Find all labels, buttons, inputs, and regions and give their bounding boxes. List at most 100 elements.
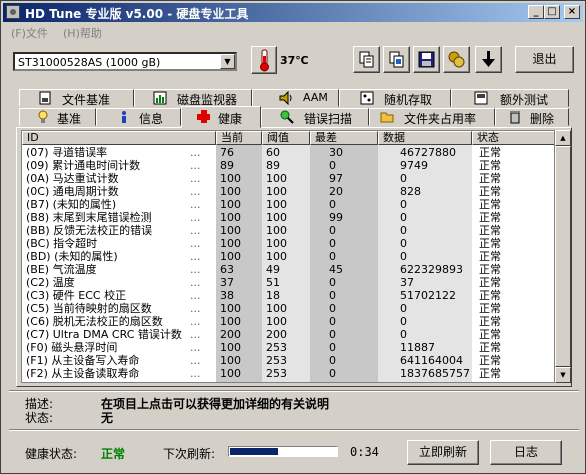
cell-data: 0 bbox=[400, 237, 407, 250]
cell-status: 正常 bbox=[479, 185, 501, 198]
log-button[interactable]: 日志 bbox=[490, 440, 562, 465]
cell-dots: ... bbox=[190, 328, 201, 341]
tab-benchmark[interactable]: 基准 bbox=[19, 108, 96, 126]
tab-disk-monitor[interactable]: 磁盘监视器 bbox=[134, 89, 252, 107]
disk-monitor-icon bbox=[153, 91, 167, 105]
next-refresh-label: 下次刷新: bbox=[163, 447, 216, 461]
table-row[interactable]: (C7) Ultra DMA CRC 错误计数 200 200 0 0 正常... bbox=[22, 328, 554, 341]
table-row[interactable]: (B8) 末尾到末尾错误检测 100 100 99 0 正常... bbox=[22, 211, 554, 224]
tab-health[interactable]: 健康 bbox=[181, 106, 261, 128]
table-row[interactable]: (BE) 气流温度 63 49 45 622329893 正常... bbox=[22, 263, 554, 276]
cell-dots: ... bbox=[190, 367, 201, 380]
folder-usage-icon bbox=[380, 112, 394, 123]
tab-random-access[interactable]: 随机存取 bbox=[339, 89, 451, 107]
cell-dots: ... bbox=[190, 172, 201, 185]
column-header-data[interactable]: 数据 bbox=[378, 131, 472, 145]
copy-text-icon bbox=[359, 51, 374, 68]
table-row[interactable]: (07) 寻道错误率 76 60 30 46727880 正常... bbox=[22, 146, 554, 159]
tab-label: 错误扫描 bbox=[304, 112, 353, 126]
maximize-button[interactable]: □ bbox=[544, 5, 560, 19]
tab-extra-tests[interactable]: 额外测试 bbox=[451, 89, 569, 107]
cell-id: (BE) 气流温度 bbox=[26, 263, 97, 276]
copy-screenshot-button[interactable] bbox=[383, 46, 410, 73]
tab-aam[interactable]: AAM bbox=[252, 89, 339, 107]
cell-current: 100 bbox=[220, 224, 241, 237]
table-row[interactable]: (F2) 从主设备读取寿命 100 253 0 1837685757 正常... bbox=[22, 367, 554, 380]
separator bbox=[9, 429, 579, 431]
table-scrollbar[interactable]: ▲ ▼ bbox=[555, 130, 571, 383]
tab-info[interactable]: 信息 bbox=[96, 108, 181, 126]
column-header-worst[interactable]: 最差 bbox=[310, 131, 378, 145]
tab-label: AAM bbox=[303, 91, 328, 104]
column-header-current[interactable]: 当前 bbox=[216, 131, 262, 145]
table-row[interactable]: (C2) 温度 37 51 0 37 正常... bbox=[22, 276, 554, 289]
cell-data: 0 bbox=[400, 224, 407, 237]
tab-error-scan[interactable]: 错误扫描 bbox=[261, 108, 369, 126]
cell-status: 正常 bbox=[479, 198, 501, 211]
copy-text-button[interactable] bbox=[353, 46, 380, 73]
table-row[interactable]: (BC) 指令超时 100 100 0 0 正常... bbox=[22, 237, 554, 250]
save-icon bbox=[418, 51, 435, 68]
column-header-id[interactable]: ID bbox=[22, 131, 216, 145]
menu-file[interactable]: (F)文件 bbox=[11, 25, 48, 41]
tab-folder-usage[interactable]: 文件夹占用率 bbox=[369, 108, 495, 126]
scroll-down-button[interactable]: ▼ bbox=[555, 367, 571, 383]
title-bar[interactable]: HD Tune 专业版 v5.00 - 硬盘专业工具 _ □ × bbox=[3, 3, 583, 22]
tab-erase[interactable]: 删除 bbox=[495, 108, 569, 126]
tab-file-benchmark[interactable]: 文件基准 bbox=[19, 89, 134, 107]
table-row[interactable]: (BB) 反馈无法校正的错误 100 100 0 0 正常... bbox=[22, 224, 554, 237]
options-icon bbox=[448, 51, 465, 68]
drive-select[interactable]: ST31000528AS (1000 gB) ▼ bbox=[13, 52, 237, 71]
column-header-threshold[interactable]: 阈值 bbox=[262, 131, 310, 145]
cell-data: 0 bbox=[400, 250, 407, 263]
table-row[interactable]: (BD) (未知的属性) 100 100 0 0 正常... bbox=[22, 250, 554, 263]
cell-id: (07) 寻道错误率 bbox=[26, 146, 108, 159]
scroll-thumb[interactable] bbox=[555, 146, 571, 367]
table-row[interactable]: (C5) 当前待映射的扇区数 100 100 0 0 正常... bbox=[22, 302, 554, 315]
table-row[interactable]: (F1) 从主设备写入寿命 100 253 0 641164004 正常... bbox=[22, 354, 554, 367]
cell-threshold: 100 bbox=[266, 172, 287, 185]
cell-status: 正常 bbox=[479, 263, 501, 276]
cell-worst: 0 bbox=[329, 159, 336, 172]
scroll-up-button[interactable]: ▲ bbox=[555, 130, 571, 146]
table-row[interactable]: (09) 累计通电时间计数 89 89 0 9749 正常... bbox=[22, 159, 554, 172]
table-row[interactable]: (0C) 通电周期计数 100 100 20 828 正常... bbox=[22, 185, 554, 198]
cell-current: 100 bbox=[220, 315, 241, 328]
app-icon[interactable] bbox=[6, 5, 20, 19]
close-button[interactable]: × bbox=[564, 5, 580, 19]
column-header-status[interactable]: 状态 bbox=[472, 131, 554, 145]
cell-worst: 99 bbox=[329, 211, 343, 224]
table-row[interactable]: (F0) 磁头悬浮时间 100 253 0 11887 正常... bbox=[22, 341, 554, 354]
download-button[interactable] bbox=[475, 46, 502, 73]
options-button[interactable] bbox=[443, 46, 470, 73]
cell-status: 正常 bbox=[479, 341, 501, 354]
tab-label: 文件基准 bbox=[62, 93, 111, 107]
save-button[interactable] bbox=[413, 46, 440, 73]
cell-dots: ... bbox=[190, 146, 201, 159]
menu-help[interactable]: (H)帮助 bbox=[63, 25, 102, 41]
cell-current: 100 bbox=[220, 211, 241, 224]
cell-data: 0 bbox=[400, 172, 407, 185]
chevron-down-icon[interactable]: ▼ bbox=[220, 54, 235, 69]
info-icon bbox=[122, 111, 126, 123]
table-row[interactable]: (0A) 马达重试计数 100 100 97 0 正常... bbox=[22, 172, 554, 185]
error-scan-icon bbox=[280, 110, 294, 124]
file-benchmark-icon bbox=[39, 91, 51, 105]
table-row[interactable]: (B7) (未知的属性) 100 100 0 0 正常... bbox=[22, 198, 554, 211]
cell-status: 正常 bbox=[479, 367, 501, 380]
cell-id: (B7) (未知的属性) bbox=[26, 198, 117, 211]
cell-current: 89 bbox=[220, 159, 234, 172]
smart-attribute-table[interactable]: ID 当前 阈值 最差 数据 状态 (07) 寻道错误率 76 60 30 467278… bbox=[21, 130, 555, 383]
exit-button[interactable]: 退出 bbox=[515, 46, 574, 73]
refresh-now-button[interactable]: 立即刷新 bbox=[407, 440, 479, 465]
table-row[interactable]: (C6) 脱机无法校正的扇区数 100 100 0 0 正常... bbox=[22, 315, 554, 328]
tab-label: 删除 bbox=[530, 112, 555, 126]
tab-label: 文件夹占用率 bbox=[404, 112, 477, 126]
minimize-button[interactable]: _ bbox=[528, 5, 544, 19]
cell-dots: ... bbox=[190, 302, 201, 315]
cell-status: 正常 bbox=[479, 250, 501, 263]
cell-current: 100 bbox=[220, 185, 241, 198]
cell-id: (C3) 硬件 ECC 校正 bbox=[26, 289, 127, 302]
table-row[interactable]: (C3) 硬件 ECC 校正 38 18 0 51702122 正常... bbox=[22, 289, 554, 302]
temperature-button[interactable] bbox=[251, 46, 277, 74]
